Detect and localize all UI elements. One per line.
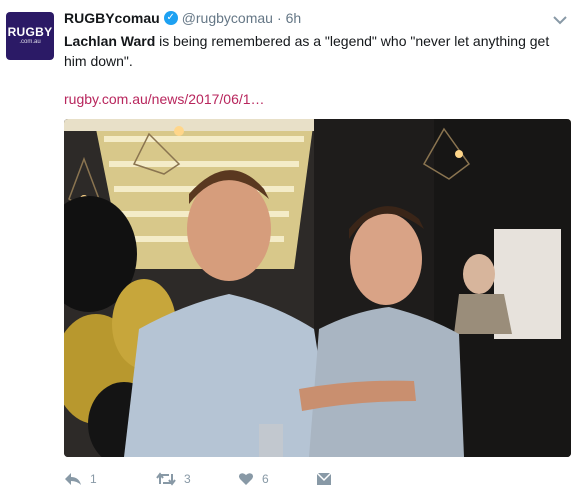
reply-icon [65,473,81,485]
avatar-brand-text: RUGBY [7,25,53,39]
retweet-count: 3 [184,472,191,486]
tweet-photo[interactable] [64,119,571,457]
heart-icon [239,473,253,485]
like-count: 6 [262,472,269,486]
tweet-actions: 1 3 6 [64,468,332,490]
tweet-header: RUGBYcomau ✓ @rugbycomau · 6h [64,10,301,26]
retweet-button[interactable]: 3 [156,472,238,486]
avatar[interactable]: RUGBY .com.au [6,12,54,60]
verified-badge-icon: ✓ [163,11,178,25]
like-button[interactable]: 6 [238,472,316,486]
tweet-highlight-name: Lachlan Ward [64,33,156,49]
reply-count: 1 [90,472,97,486]
tweet-text: Lachlan Ward is being remembered as a "l… [64,31,562,71]
timestamp[interactable]: 6h [286,10,302,26]
chevron-down-icon[interactable] [553,12,567,28]
display-name[interactable]: RUGBYcomau [64,10,160,26]
handle[interactable]: @rugbycomau [182,10,273,26]
avatar-sub-text: .com.au [19,39,41,45]
article-link[interactable]: rugby.com.au/news/2017/06/1… [64,91,265,107]
separator: · [276,10,282,26]
direct-message-button[interactable] [316,472,332,486]
photo-illustration [64,119,571,457]
direct-message-icon [316,472,332,485]
retweet-icon [156,472,176,486]
reply-button[interactable]: 1 [64,472,156,486]
